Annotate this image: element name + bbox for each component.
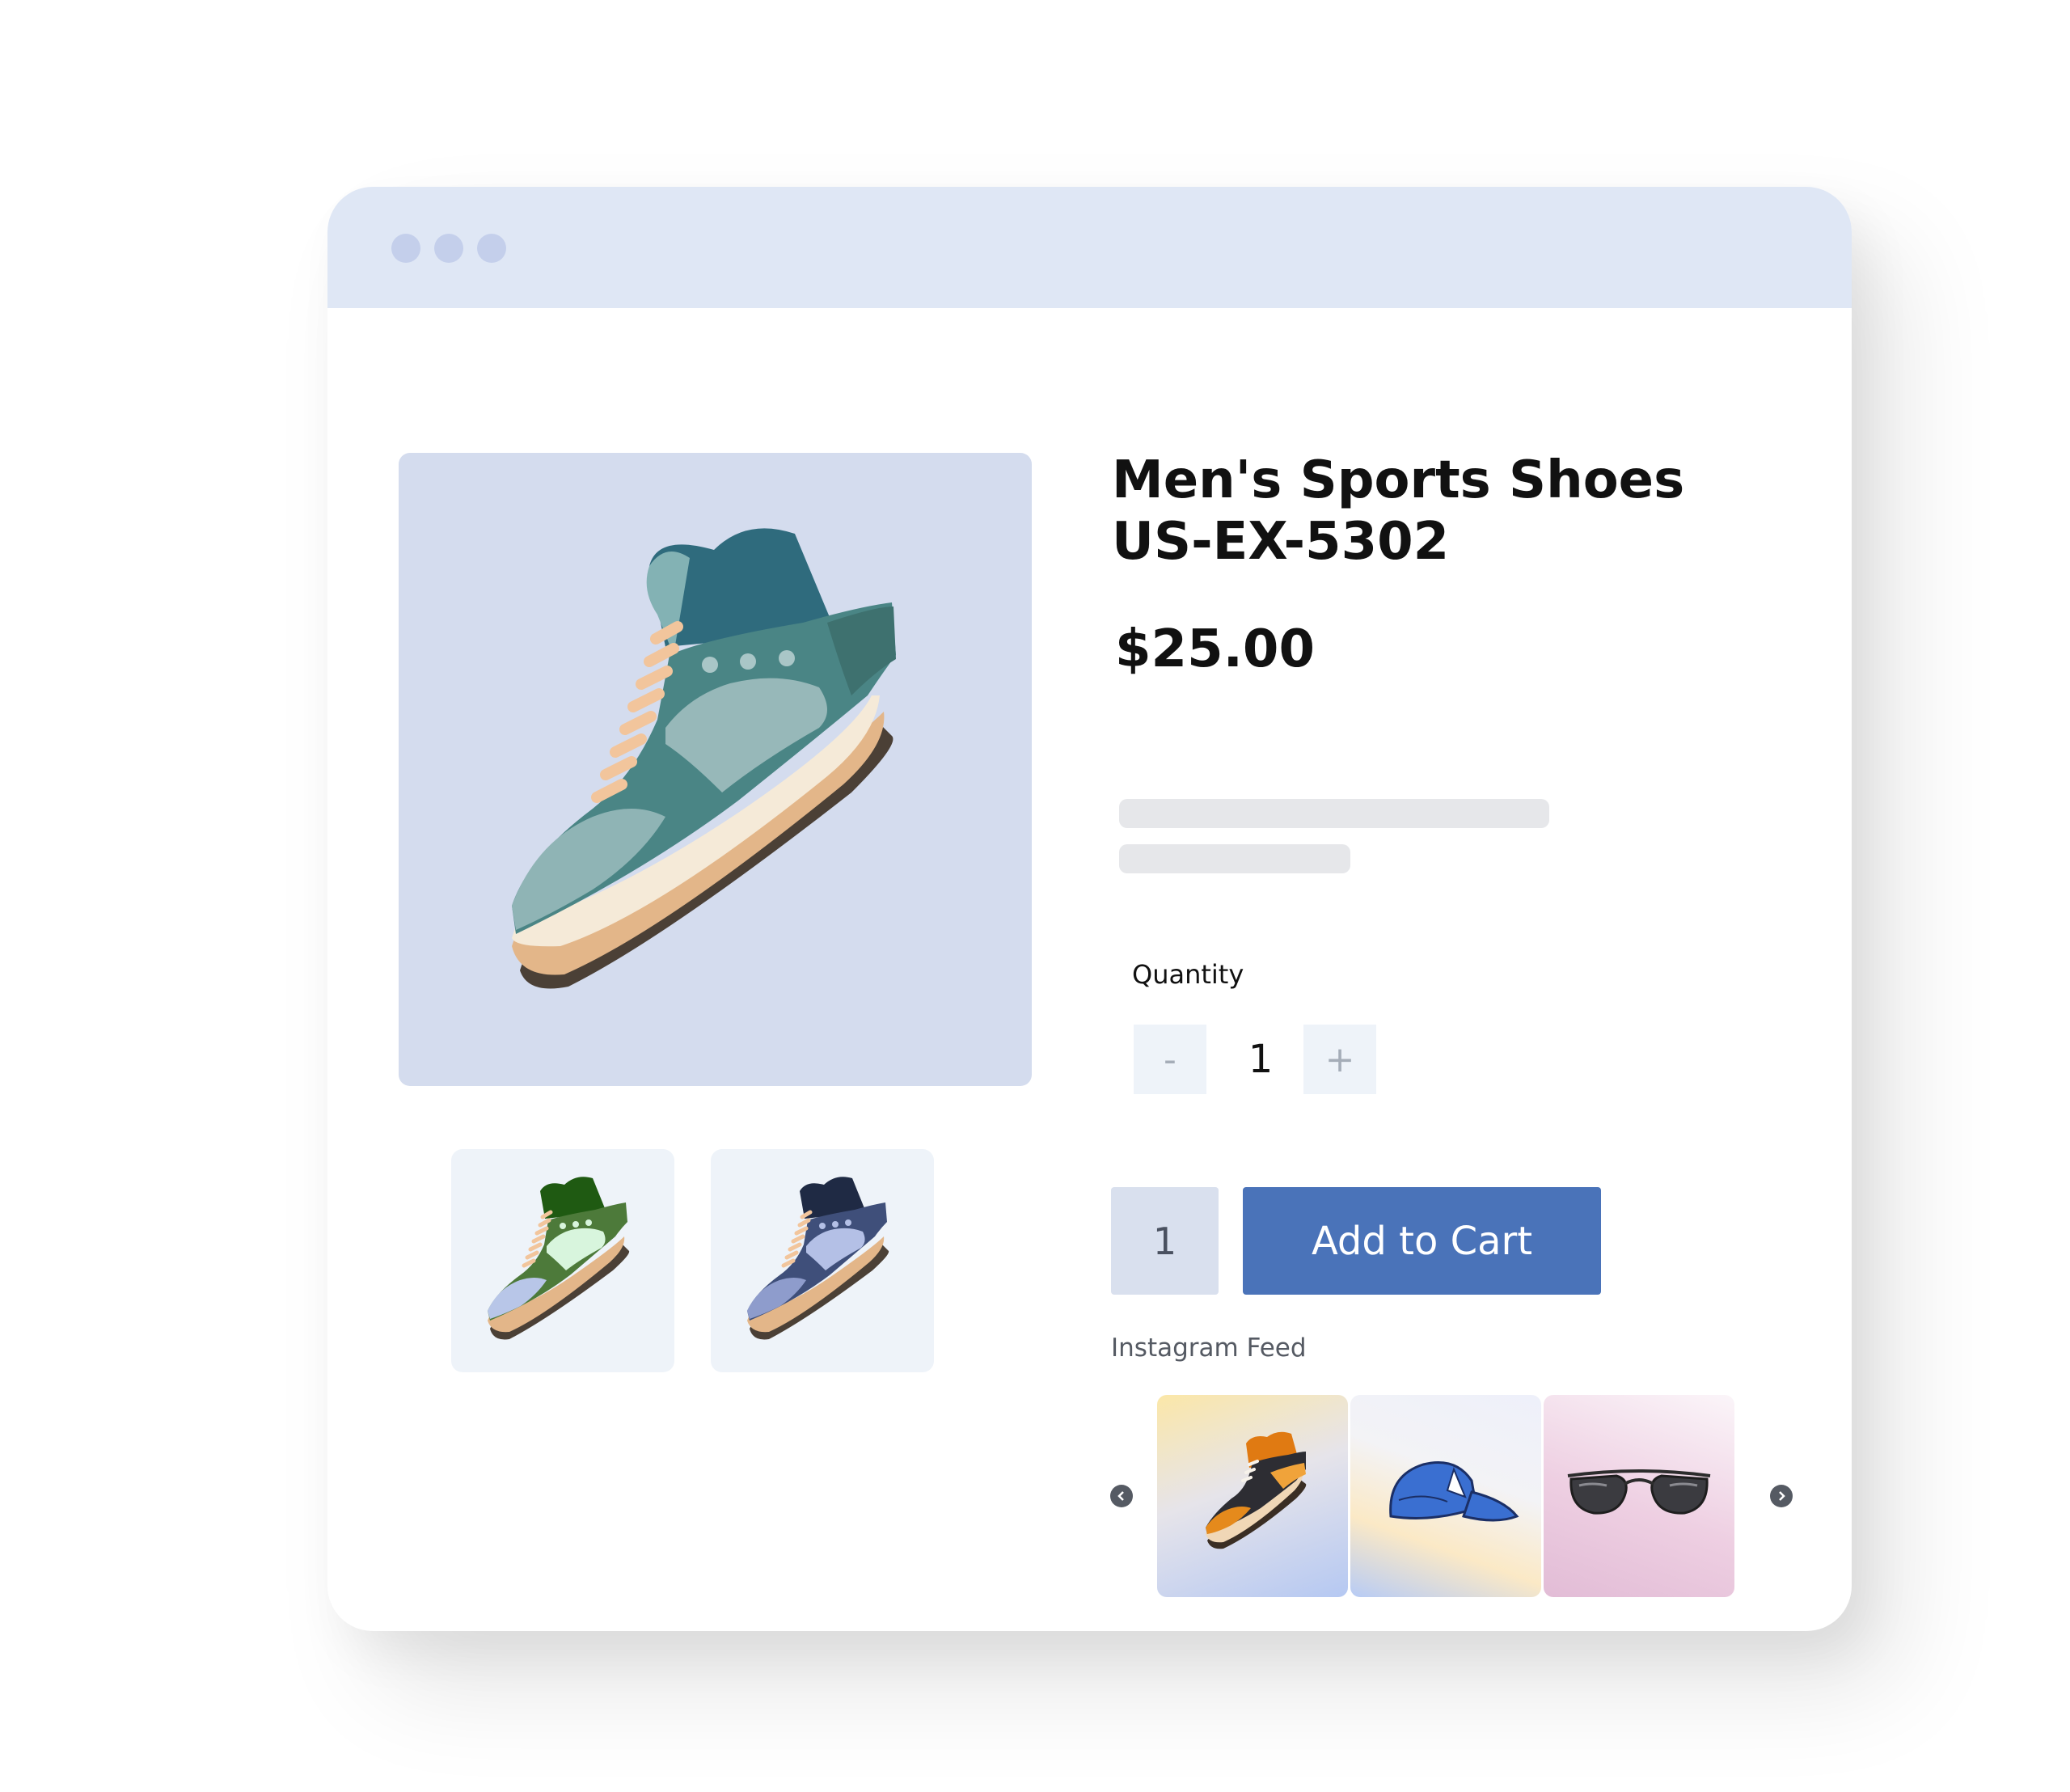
instagram-feed-item[interactable] [1157, 1395, 1348, 1597]
blue-cap-icon [1389, 1461, 1519, 1522]
instagram-feed-item[interactable] [1544, 1395, 1734, 1597]
orange-sneaker-icon [1206, 1431, 1307, 1549]
quantity-increment-button[interactable]: + [1303, 1025, 1376, 1094]
description-placeholder-line [1119, 799, 1549, 828]
arrow-right-icon[interactable] [1770, 1485, 1793, 1507]
add-to-cart-button[interactable]: Add to Cart [1243, 1187, 1601, 1295]
description-placeholder-line [1119, 844, 1350, 873]
browser-window: Men's Sports Shoes US-EX-5302 $25.00 Qua… [327, 187, 1852, 1631]
product-title: Men's Sports Shoes US-EX-5302 [1112, 450, 1759, 573]
navy-sneaker-icon [747, 1177, 889, 1340]
window-dot-close[interactable] [391, 234, 420, 263]
green-sneaker-icon [488, 1177, 630, 1340]
window-dot-minimize[interactable] [434, 234, 463, 263]
quantity-label: Quantity [1132, 959, 1244, 990]
quantity-value: 1 [1248, 1037, 1274, 1082]
product-sku: US-EX-5302 [1112, 512, 1450, 572]
product-main-image [399, 453, 1032, 1086]
arrow-left-icon[interactable] [1110, 1485, 1133, 1507]
sunglasses-icon [1567, 1469, 1711, 1515]
teal-sneaker-icon [512, 528, 896, 989]
product-title-name: Men's Sports Shoes [1112, 450, 1685, 510]
instagram-feed-item[interactable] [1350, 1395, 1541, 1597]
product-thumbnail[interactable] [451, 1149, 674, 1372]
cart-quantity-field[interactable]: 1 [1111, 1187, 1219, 1295]
window-titlebar [327, 187, 1852, 308]
instagram-feed-label: Instagram Feed [1111, 1333, 1307, 1363]
product-price: $25.00 [1115, 619, 1315, 679]
quantity-decrement-button[interactable]: - [1134, 1025, 1206, 1094]
product-thumbnail[interactable] [711, 1149, 934, 1372]
window-dot-maximize[interactable] [477, 234, 506, 263]
